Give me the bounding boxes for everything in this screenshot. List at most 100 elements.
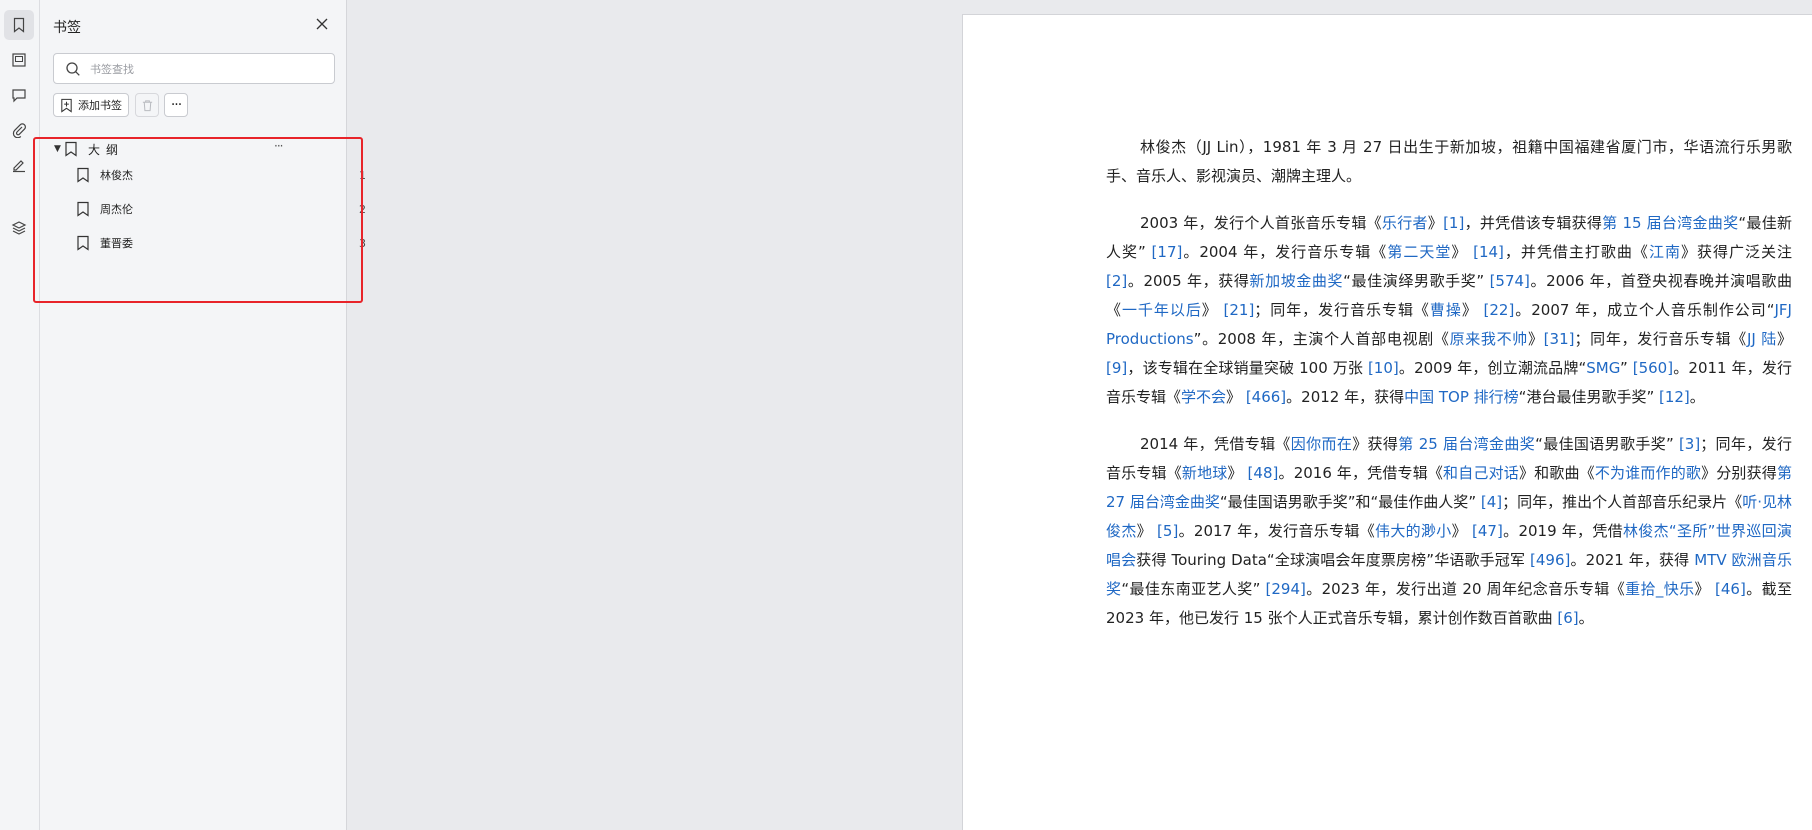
- citation-link[interactable]: [466]: [1246, 388, 1286, 406]
- text-link[interactable]: 江南: [1649, 243, 1681, 261]
- text-link[interactable]: 因你而在: [1291, 435, 1352, 453]
- paragraph-text: 。: [1578, 609, 1594, 627]
- paragraph-text: 。2004 年，发行音乐专辑《: [1182, 243, 1388, 261]
- citation-link[interactable]: [4]: [1481, 493, 1502, 511]
- thumbnail-panel-toggle[interactable]: [4, 45, 34, 75]
- comment-panel-toggle[interactable]: [4, 80, 34, 110]
- paragraph-text: 。2021 年，获得: [1570, 551, 1695, 569]
- text-link[interactable]: 新加坡金曲奖: [1249, 272, 1343, 290]
- text-link[interactable]: JJ 陆: [1747, 330, 1777, 348]
- citation-link[interactable]: [294]: [1266, 580, 1306, 598]
- add-bookmark-button[interactable]: 添加书签: [53, 93, 129, 117]
- paragraph-text: 2003 年，发行个人首张音乐专辑《: [1140, 214, 1382, 232]
- paragraph-text: 2014 年，凭借专辑《: [1140, 435, 1291, 453]
- layers-icon: [11, 221, 27, 235]
- attachment-icon: [12, 123, 26, 138]
- paragraph-text: “最佳东南亚艺人奖”: [1121, 580, 1266, 598]
- paragraph-text: ”。2008 年，主演个人首部电视剧《: [1193, 330, 1450, 348]
- text-link[interactable]: 新地球: [1182, 464, 1228, 482]
- comment-icon: [12, 89, 26, 103]
- paragraph-text: “最佳国语男歌手奖”和“最佳作曲人奖”: [1219, 493, 1481, 511]
- paragraph-text: 》: [1201, 301, 1224, 319]
- paragraph-text: “最佳国语男歌手奖”: [1535, 435, 1679, 453]
- paragraph-text: 》获得广泛关注: [1680, 243, 1792, 261]
- paragraph-text: ”: [1620, 359, 1633, 377]
- more-options-button[interactable]: ···: [164, 93, 188, 117]
- text-link[interactable]: 和自己对话: [1443, 464, 1519, 482]
- citation-link[interactable]: [9]: [1106, 359, 1127, 377]
- text-link[interactable]: SMG: [1586, 359, 1620, 377]
- bookmark-item-label: 董晋委: [100, 237, 133, 250]
- citation-link[interactable]: [2]: [1106, 272, 1127, 290]
- citation-link[interactable]: [46]: [1715, 580, 1746, 598]
- citation-link[interactable]: [17]: [1152, 243, 1183, 261]
- paragraph-text: 。2009 年，创立潮流品牌“: [1398, 359, 1587, 377]
- bookmark-search-box[interactable]: [53, 53, 335, 84]
- citation-link[interactable]: [47]: [1472, 522, 1503, 540]
- text-link[interactable]: 曹操: [1430, 301, 1462, 319]
- citation-link[interactable]: [496]: [1530, 551, 1570, 569]
- citation-link[interactable]: [48]: [1248, 464, 1279, 482]
- citation-link[interactable]: [3]: [1679, 435, 1700, 453]
- document-paragraph: 林俊杰（JJ Lin），1981 年 3 月 27 日出生于新加坡，祖籍中国福建…: [1106, 133, 1792, 191]
- text-link[interactable]: 一千年以后: [1122, 301, 1202, 319]
- signature-panel-toggle[interactable]: [4, 150, 34, 180]
- bookmark-panel-toggle[interactable]: [4, 10, 34, 40]
- paragraph-text: ，并凭借该专辑获得: [1464, 214, 1603, 232]
- citation-link[interactable]: [6]: [1557, 609, 1578, 627]
- close-panel-button[interactable]: [313, 15, 331, 33]
- document-page[interactable]: 林俊杰（JJ Lin），1981 年 3 月 27 日出生于新加坡，祖籍中国福建…: [962, 14, 1812, 830]
- document-paragraph: 2014 年，凭借专辑《因你而在》获得第 25 届台湾金曲奖“最佳国语男歌手奖”…: [1106, 430, 1792, 633]
- root-more-button[interactable]: ···: [274, 139, 284, 153]
- citation-link[interactable]: [574]: [1490, 272, 1530, 290]
- paragraph-text: 》: [1226, 388, 1246, 406]
- citation-link[interactable]: [1]: [1443, 214, 1464, 232]
- text-link[interactable]: 学不会: [1181, 388, 1226, 406]
- bookmark-item-label: 周杰伦: [100, 203, 133, 216]
- panel-title: 书签: [53, 20, 81, 36]
- paragraph-text: 获得 Touring Data“全球演唱会年度票房榜”华语歌手冠军: [1136, 551, 1531, 569]
- left-tool-rail: [0, 0, 40, 830]
- paragraph-text: ；同年，发行音乐专辑《: [1574, 330, 1747, 348]
- citation-link[interactable]: [14]: [1473, 243, 1504, 261]
- paragraph-text: 》获得: [1352, 435, 1399, 453]
- paragraph-text: 。2023 年，发行出道 20 周年纪念音乐专辑《: [1305, 580, 1626, 598]
- expand-caret-icon[interactable]: ▼: [54, 144, 64, 154]
- close-icon: [316, 18, 328, 30]
- text-link[interactable]: 第 25 届台湾金曲奖: [1398, 435, 1535, 453]
- bookmark-search-input[interactable]: [90, 58, 326, 80]
- citation-link[interactable]: [12]: [1659, 388, 1690, 406]
- citation-link[interactable]: [21]: [1224, 301, 1255, 319]
- text-link[interactable]: 重拾_快乐: [1625, 580, 1694, 598]
- bookmark-item-label: 林俊杰: [100, 169, 133, 182]
- text-link[interactable]: 伟大的渺小: [1375, 522, 1452, 540]
- layers-panel-toggle[interactable]: [4, 213, 34, 243]
- paragraph-text: 。2007 年，成立个人音乐制作公司“: [1514, 301, 1775, 319]
- citation-link[interactable]: [22]: [1484, 301, 1515, 319]
- bookmark-item-page: 2: [359, 202, 366, 216]
- text-link[interactable]: 中国 TOP 排行榜: [1404, 388, 1519, 406]
- bookmark-item-page: 1: [359, 168, 366, 182]
- paragraph-text: 》: [1451, 243, 1474, 261]
- paragraph-text: 。2012 年，获得: [1286, 388, 1405, 406]
- citation-link[interactable]: [5]: [1157, 522, 1178, 540]
- citation-link[interactable]: [10]: [1368, 359, 1399, 377]
- text-link[interactable]: 第 15 届台湾金曲奖: [1602, 214, 1738, 232]
- citation-link[interactable]: [560]: [1633, 359, 1673, 377]
- bookmark-item-page: 3: [359, 236, 366, 250]
- bookmark-item[interactable]: 林俊杰 1: [76, 158, 366, 192]
- text-link[interactable]: 原来我不帅: [1450, 330, 1528, 348]
- bookmark-item[interactable]: 周杰伦 2: [76, 192, 366, 226]
- bookmark-item[interactable]: 董晋委 3: [76, 226, 366, 260]
- paragraph-text: 。2005 年，获得: [1127, 272, 1250, 290]
- bookmark-panel: 书签 添加书签 ··· ▼ 大纲 ··· 林俊杰 1 周杰伦: [40, 0, 366, 830]
- delete-bookmark-button[interactable]: [135, 93, 159, 117]
- bookmark-icon: [77, 201, 89, 217]
- text-link[interactable]: 不为谁而作的歌: [1595, 464, 1701, 482]
- citation-link[interactable]: [31]: [1544, 330, 1575, 348]
- text-link[interactable]: 乐行者: [1382, 214, 1428, 232]
- text-link[interactable]: 第二天堂: [1387, 243, 1451, 261]
- attachment-panel-toggle[interactable]: [4, 115, 34, 145]
- paragraph-text: ；同年，发行音乐专辑《: [1254, 301, 1430, 319]
- paragraph-text: 》: [1527, 330, 1544, 348]
